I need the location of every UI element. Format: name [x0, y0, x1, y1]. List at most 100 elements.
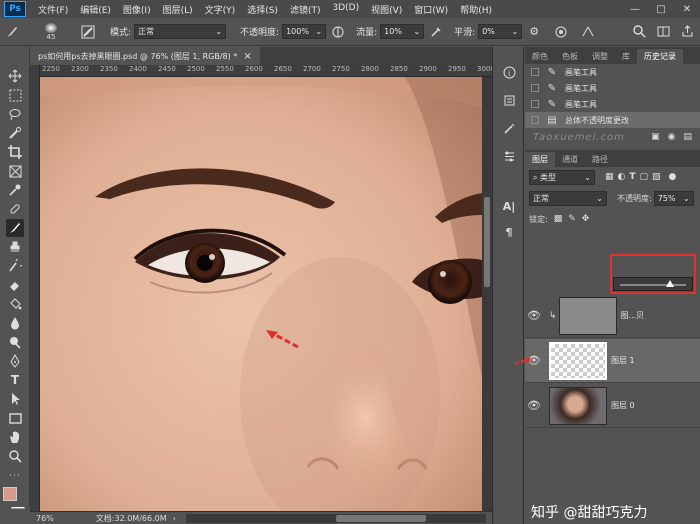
history-icon[interactable]	[500, 91, 518, 109]
layer-opacity-field[interactable]: 75% ⌄	[653, 190, 694, 206]
scrollbar-thumb[interactable]	[484, 197, 490, 287]
adjustment-icon[interactable]	[500, 147, 518, 165]
menu-item[interactable]: 图层(L)	[157, 3, 199, 16]
zoom-level[interactable]: 76%	[36, 514, 54, 523]
more-tools-icon[interactable]: ···	[6, 467, 24, 485]
mode-select[interactable]: 正常 ⌄	[134, 24, 227, 39]
brush-settings-panel-icon[interactable]	[500, 119, 518, 137]
history-panel-tab[interactable]: 历史记录	[637, 49, 683, 64]
brush-tool-icon[interactable]	[3, 23, 21, 41]
menu-item[interactable]: 选择(S)	[241, 3, 284, 16]
history-state[interactable]: ✎ 画笔工具	[525, 80, 700, 96]
menu-item[interactable]: 视图(V)	[365, 3, 408, 16]
document-info[interactable]: 文档:32.0M/66.0M	[96, 513, 167, 524]
filter-toggle-icon[interactable]: ●	[669, 172, 677, 182]
hand-tool-icon[interactable]	[6, 428, 24, 446]
blend-mode-select[interactable]: 正常 ⌄	[529, 190, 607, 206]
type-tool-icon[interactable]: T	[6, 371, 24, 389]
smoothing-field[interactable]: 0% ⌄	[478, 24, 523, 39]
layers-panel-tab[interactable]: 通道	[555, 152, 585, 167]
minimize-button[interactable]: —	[622, 0, 648, 18]
lasso-tool-icon[interactable]	[6, 105, 24, 123]
filter-shape-icon[interactable]: ▢	[640, 172, 649, 182]
layer-filter-select[interactable]: ⌕ 类型 ⌄	[529, 169, 595, 185]
menu-item[interactable]: 文字(Y)	[199, 3, 242, 16]
visibility-eye-icon[interactable]: 👁	[525, 399, 543, 412]
move-tool-icon[interactable]	[6, 67, 24, 85]
opacity-field[interactable]: 100% ⌄	[282, 24, 327, 39]
healing-brush-tool-icon[interactable]	[6, 200, 24, 218]
camera-icon[interactable]: ◉	[668, 132, 676, 142]
lock-position-icon[interactable]: ✥	[582, 214, 590, 224]
smoothing-settings-icon[interactable]: ⚙	[525, 23, 543, 41]
paint-bucket-tool-icon[interactable]	[6, 295, 24, 313]
layer-row[interactable]: 👁 ↳ 图...贝	[525, 294, 700, 338]
history-brush-tool-icon[interactable]	[6, 257, 24, 275]
history-checkbox[interactable]	[531, 116, 539, 124]
history-panel-tab[interactable]: 库	[615, 49, 637, 64]
new-document-from-state-icon[interactable]: ▣	[651, 132, 660, 142]
brush-settings-icon[interactable]	[79, 23, 97, 41]
filter-adjustment-icon[interactable]: ◐	[618, 172, 626, 182]
history-panel-tab[interactable]: 调整	[585, 49, 615, 64]
lock-transparent-icon[interactable]: ▩	[554, 214, 563, 224]
symmetry-icon[interactable]	[579, 23, 597, 41]
menu-item[interactable]: 滤镜(T)	[284, 3, 327, 16]
menu-item[interactable]: 3D(D)	[326, 3, 365, 16]
brush-preset-picker[interactable]: 45	[34, 22, 68, 41]
menu-item[interactable]: 文件(F)	[32, 3, 74, 16]
layers-panel-tab[interactable]: 路径	[585, 152, 615, 167]
layer-row-selected[interactable]: 👁 图层 1	[525, 339, 700, 383]
info-icon[interactable]: i	[500, 63, 518, 81]
layers-panel-tab[interactable]: 图层	[525, 152, 555, 167]
eyedropper-tool-icon[interactable]	[6, 181, 24, 199]
history-state[interactable]: ✎ 画笔工具	[525, 64, 700, 80]
brush-tool-icon[interactable]	[6, 219, 24, 237]
lock-paint-icon[interactable]: ✎	[568, 214, 576, 224]
filter-type-icon[interactable]: T	[629, 172, 635, 182]
close-window-button[interactable]: ✕	[674, 0, 700, 18]
menu-item[interactable]: 窗口(W)	[408, 3, 454, 16]
status-menu-arrow-icon[interactable]: ›	[173, 514, 176, 523]
filter-smart-object-icon[interactable]: ▧	[652, 172, 661, 182]
search-icon[interactable]	[630, 23, 648, 41]
maximize-button[interactable]: □	[648, 0, 674, 18]
character-panel-icon[interactable]: A|	[500, 197, 518, 215]
canvas-vertical-scrollbar[interactable]	[482, 77, 492, 511]
crop-tool-icon[interactable]	[6, 143, 24, 161]
quick-select-tool-icon[interactable]	[6, 124, 24, 142]
flow-field[interactable]: 10% ⌄	[380, 24, 425, 39]
visibility-eye-icon[interactable]: 👁	[525, 309, 543, 322]
history-checkbox[interactable]	[531, 100, 539, 108]
eraser-tool-icon[interactable]	[6, 276, 24, 294]
trash-icon[interactable]: ▤	[683, 132, 692, 142]
path-selection-tool-icon[interactable]	[6, 390, 24, 408]
hscroll-thumb[interactable]	[335, 514, 426, 522]
history-state[interactable]: ▤ 总体不透明度更改	[525, 112, 700, 128]
foreground-color-swatch[interactable]	[3, 487, 17, 501]
document-canvas[interactable]	[40, 77, 482, 511]
paragraph-panel-icon[interactable]: ¶	[500, 223, 518, 241]
history-checkbox[interactable]	[531, 68, 539, 76]
document-tab[interactable]: ps如何用ps去掉黑眼圈.psd @ 76% (图层 1, RGB/8) * ×	[30, 47, 260, 65]
zoom-tool-icon[interactable]	[6, 447, 24, 465]
history-state[interactable]: ✎ 画笔工具	[525, 96, 700, 112]
rectangle-tool-icon[interactable]	[6, 409, 24, 427]
workspace-icon[interactable]	[654, 23, 672, 41]
clone-stamp-tool-icon[interactable]	[6, 238, 24, 256]
pressure-opacity-icon[interactable]	[329, 23, 347, 41]
share-icon[interactable]	[678, 23, 696, 41]
pressure-size-icon[interactable]	[552, 23, 570, 41]
close-tab-icon[interactable]: ×	[243, 51, 251, 62]
airbrush-icon[interactable]	[427, 23, 445, 41]
dodge-tool-icon[interactable]	[6, 333, 24, 351]
history-panel-tab[interactable]: 颜色	[525, 49, 555, 64]
history-checkbox[interactable]	[531, 84, 539, 92]
blur-tool-icon[interactable]	[6, 314, 24, 332]
filter-pixel-icon[interactable]: ▦	[605, 172, 614, 182]
layer-row[interactable]: 👁 图层 0	[525, 384, 700, 428]
frame-tool-icon[interactable]	[6, 162, 24, 180]
color-swatches[interactable]	[3, 487, 27, 509]
marquee-tool-icon[interactable]	[6, 86, 24, 104]
menu-item[interactable]: 图像(I)	[117, 3, 157, 16]
